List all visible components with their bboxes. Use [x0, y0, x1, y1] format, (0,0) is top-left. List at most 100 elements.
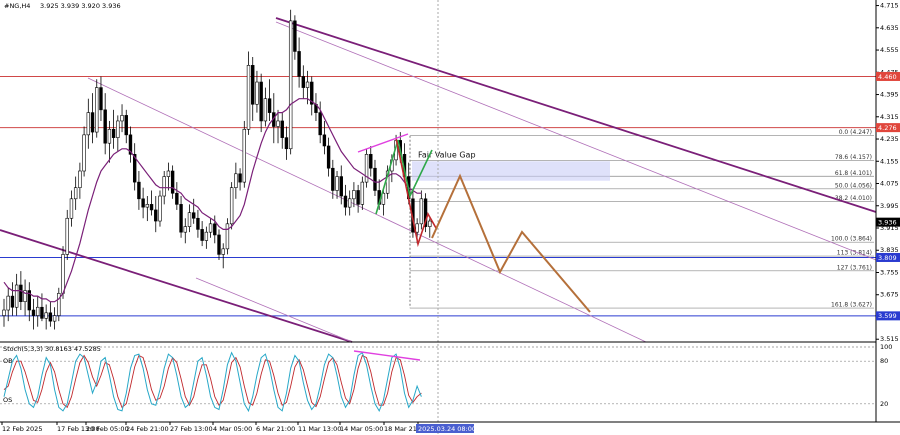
time-tick-label: 12 Feb 2025 [2, 425, 42, 433]
candle-body [86, 112, 91, 136]
candle-body [124, 115, 128, 136]
candle-body [99, 87, 103, 111]
fib-level-label: 61.8 (4.101) [835, 170, 872, 177]
candle-body [36, 306, 40, 316]
fair-value-gap-box[interactable] [412, 161, 610, 181]
candle-body [280, 120, 284, 138]
candle-body [183, 226, 187, 233]
candle-body [192, 212, 196, 219]
candle-body [356, 190, 360, 205]
stoch-os-label: OS [3, 396, 12, 404]
candle-body [213, 223, 217, 236]
candle-body [347, 198, 352, 208]
price-tag-label: 4.276 [878, 124, 897, 132]
candle-body [255, 81, 259, 105]
candle-body [175, 192, 179, 205]
candle-body [10, 295, 15, 308]
candle-body [246, 65, 251, 130]
chart-background [0, 0, 900, 435]
candle-body [187, 212, 192, 227]
candle-body [208, 223, 213, 233]
fib-level-label: 78.6 (4.157) [835, 154, 872, 161]
candle-body [276, 120, 280, 127]
candle-body [2, 309, 6, 316]
candle-body [31, 309, 36, 316]
candle-body [419, 198, 424, 225]
candle-body [251, 65, 255, 105]
time-tick-label: 14 Mar 05:00 [340, 425, 383, 433]
stoch-ob-label: OB [3, 357, 13, 365]
candle-body [301, 76, 306, 88]
stoch-label: Stoch(5,3,3) 30.8163 47.5285 [3, 345, 101, 353]
time-tick-label: 6 Mar 21:00 [256, 425, 295, 433]
time-tick-label: 24 Feb 21:00 [126, 425, 169, 433]
candle-body [428, 220, 432, 227]
candle-body [217, 234, 221, 255]
candle-body [19, 284, 23, 302]
price-tick-label: 4.395 [880, 91, 899, 99]
stoch-level-label: 100 [880, 343, 892, 351]
candle-body [360, 181, 365, 205]
candle-body [267, 98, 272, 113]
stoch-level-label: 80 [880, 357, 888, 365]
candle-body [78, 170, 82, 188]
price-tag-label: 3.936 [878, 218, 897, 226]
fib-level-label: 100.0 (3.864) [831, 236, 872, 243]
price-tick-label: 3.995 [880, 202, 899, 210]
candle-body [158, 195, 162, 222]
price-tick-label: 4.555 [880, 46, 899, 54]
candle-body [234, 173, 238, 188]
candle-body [318, 112, 322, 136]
candle-body [221, 248, 225, 255]
candle-body [40, 306, 44, 319]
price-tag-label: 4.460 [878, 73, 897, 81]
stoch-level-label: 20 [880, 400, 888, 408]
price-tick-label: 3.675 [880, 291, 899, 299]
fib-level-label: 50.0 (4.056) [835, 182, 872, 189]
price-chart[interactable]: 0.0 (4.247) 78.6 (4.157) 61.8 (4.101) 50.0 … [0, 0, 900, 435]
candle-body [145, 204, 150, 208]
header-symbol: #NG,H4 [4, 2, 30, 10]
time-tick-label: 11 Mar 13:00 [298, 425, 341, 433]
candle-body [322, 134, 327, 147]
candle-body [259, 81, 263, 122]
price-tag-label: 3.599 [878, 312, 897, 320]
candle-body [331, 167, 335, 191]
candle-body [103, 109, 107, 144]
candle-body [242, 128, 246, 183]
candle-body [170, 170, 175, 194]
candle-body [352, 190, 356, 200]
time-tick-label: 27 Feb 13:00 [170, 425, 213, 433]
price-tick-label: 4.635 [880, 24, 899, 32]
candle-body [73, 187, 78, 200]
candle-body [111, 128, 116, 138]
price-tick-label: 4.155 [880, 157, 899, 165]
candle-body [200, 229, 204, 241]
candle-body [65, 217, 69, 255]
candle-body [61, 254, 65, 294]
candle-body [335, 176, 339, 191]
candle-body [238, 173, 242, 183]
candle-body [326, 145, 331, 169]
candle-body [162, 176, 166, 197]
fair-value-gap-label: Fair Value Gap [418, 150, 476, 159]
candle-body [116, 120, 120, 138]
price-tick-label: 4.075 [880, 180, 899, 188]
price-tick-label: 3.755 [880, 268, 899, 276]
candle-body [149, 204, 154, 211]
candle-body [137, 181, 141, 200]
candle-body [225, 223, 230, 250]
candle-body [48, 312, 53, 322]
candle-body [14, 284, 19, 308]
time-tick-label: 2025.03.24 08:00 [418, 425, 476, 433]
time-tick-label: 4 Mar 05:00 [213, 425, 252, 433]
candle-body [141, 198, 145, 208]
price-tag-label: 3.809 [878, 254, 897, 262]
candle-body [196, 217, 200, 230]
price-tick-label: 4.315 [880, 113, 899, 121]
candle-body [415, 223, 419, 233]
candle-body [288, 20, 293, 150]
candle-body [107, 128, 112, 144]
header-ohlc: 3.925 3.939 3.920 3.936 [40, 2, 121, 10]
candle-body [179, 204, 183, 233]
